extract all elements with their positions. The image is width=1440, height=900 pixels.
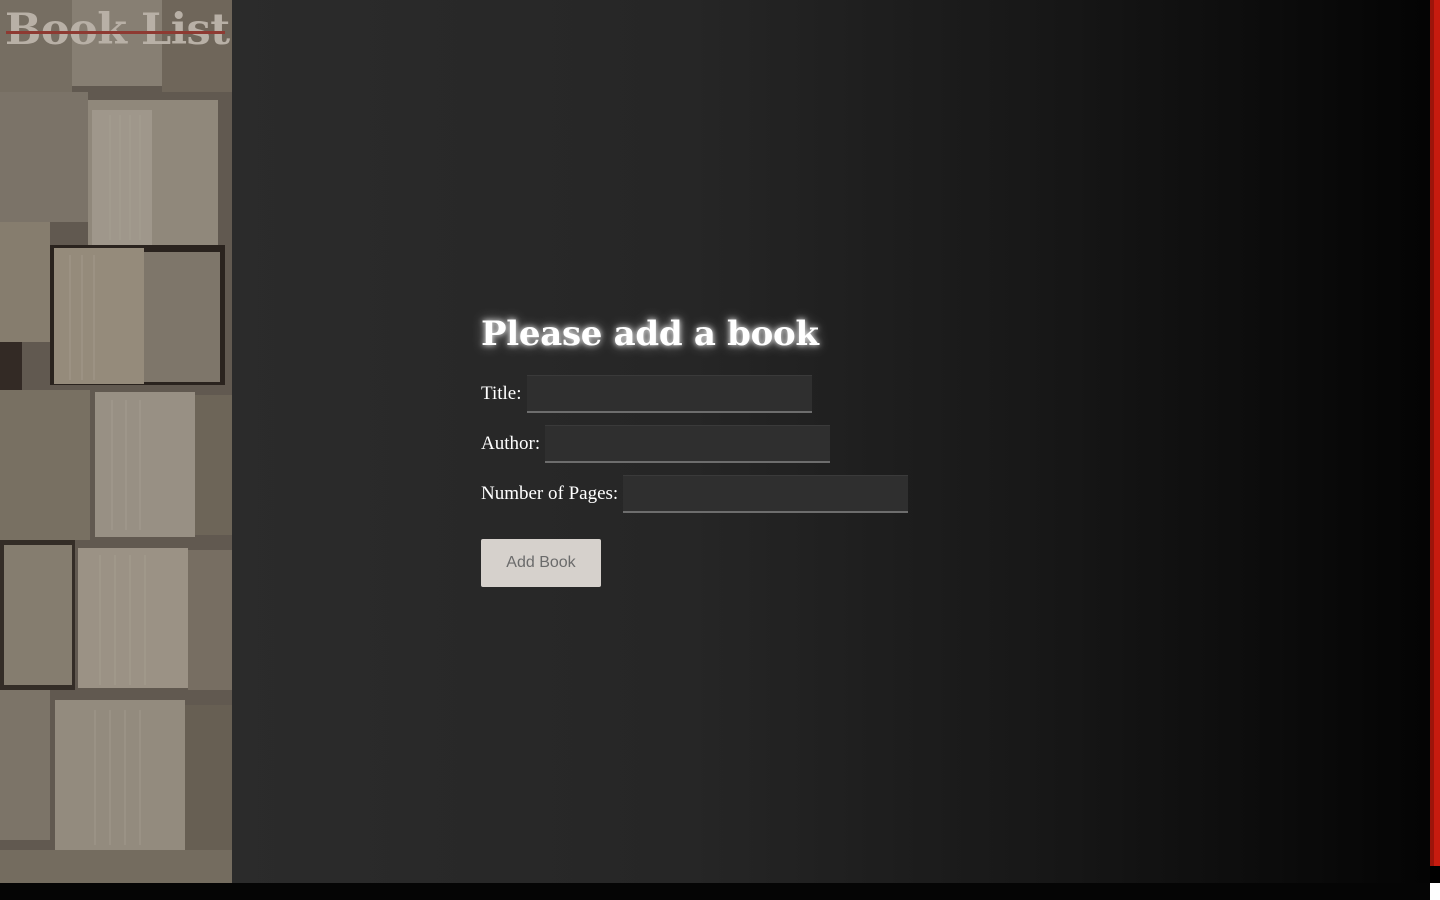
title-label: Title: <box>481 383 522 404</box>
add-book-form: Please add a book Title: Author: Number … <box>481 312 941 587</box>
scrollbar-corner <box>1430 883 1440 900</box>
pages-field-row: Number of Pages: <box>481 475 941 513</box>
author-label: Author: <box>481 433 541 454</box>
author-field-row: Author: <box>481 425 941 463</box>
add-book-button[interactable]: Add Book <box>481 539 601 587</box>
site-title: Book List <box>5 5 230 55</box>
scrollbar-accent[interactable] <box>1430 0 1440 866</box>
title-input[interactable] <box>526 375 812 413</box>
author-input[interactable] <box>545 425 831 463</box>
title-field-row: Title: <box>481 375 941 413</box>
pages-label: Number of Pages: <box>481 483 619 504</box>
form-heading: Please add a book <box>481 314 819 354</box>
pages-input[interactable] <box>623 475 909 513</box>
title-strike-line <box>6 31 225 34</box>
sidebar-books-image: Book List <box>0 0 232 883</box>
page: Book List Please add a book Title: Autho… <box>0 0 1440 900</box>
open-books-icon <box>0 0 232 883</box>
bottom-bar <box>0 883 1440 900</box>
